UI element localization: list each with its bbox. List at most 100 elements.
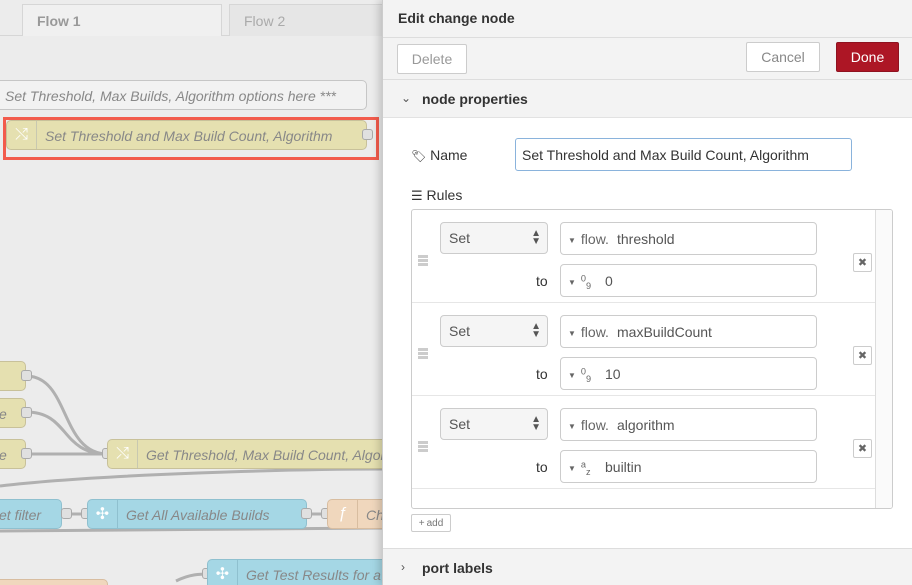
puzzle-icon: ✣ xyxy=(88,500,118,528)
string-type-icon: az xyxy=(580,459,591,478)
rule-value: 10 xyxy=(605,366,621,382)
get-threshold-node[interactable]: ⤭ Get Threshold, Max Build Count, Algori… xyxy=(107,439,382,469)
tab-flow-1[interactable]: Flow 1 xyxy=(22,4,222,37)
chevron-down-icon: ⌄ xyxy=(401,91,412,105)
filter-node[interactable]: et filter xyxy=(0,499,62,529)
select-arrows-icon: ▲ ▼ xyxy=(531,321,541,340)
caret-down-icon: ▼ xyxy=(568,277,576,287)
to-label: to xyxy=(536,273,548,289)
close-icon: ✖ xyxy=(857,257,868,269)
function-icon: ƒ xyxy=(328,500,358,528)
function-node[interactable]: ƒ Ch xyxy=(327,499,382,529)
selection-highlight xyxy=(3,117,379,160)
chevron-right-icon: › xyxy=(401,560,405,574)
caret-down-icon: ▼ xyxy=(568,463,576,473)
drag-handle-icon[interactable]: ▬ ▬ ▬ xyxy=(418,437,430,455)
workspace-tab-bar: Flow 1 Flow 2 xyxy=(0,0,382,37)
delete-button[interactable]: Delete xyxy=(397,44,467,74)
value-type-button[interactable]: ▼ 09 xyxy=(561,265,591,296)
target-type-button[interactable]: ▼ flow. xyxy=(561,223,609,254)
rule-row: ▬ ▬ ▬ Set ▲ ▼ ▼ flow. threshold to ▼ 09 0 ✖ xyxy=(412,210,875,303)
rule-action-select[interactable]: Set ▲ ▼ xyxy=(440,315,548,347)
rule-value: 0 xyxy=(605,273,613,289)
rules-label-text: Rules xyxy=(426,187,463,203)
add-rule-label: add xyxy=(426,517,444,529)
caret-down-icon: ▼ xyxy=(568,235,576,245)
caret-down-icon: ▼ xyxy=(568,370,576,380)
close-icon: ✖ xyxy=(857,443,868,455)
remove-rule-button[interactable]: ✖ xyxy=(853,439,872,458)
shuffle-icon: ⤭ xyxy=(108,440,138,468)
output-port[interactable] xyxy=(21,370,32,381)
rule-value-input[interactable]: ▼ az builtin xyxy=(560,450,817,483)
name-label-text: Name xyxy=(430,147,468,163)
rule-target-value: algorithm xyxy=(617,417,675,433)
target-type-label: flow. xyxy=(580,324,609,340)
target-type-button[interactable]: ▼ flow. xyxy=(561,409,609,440)
rule-target-input[interactable]: ▼ flow. threshold xyxy=(560,222,817,255)
select-arrows-icon: ▲ ▼ xyxy=(531,414,541,433)
tray-title: Edit change node xyxy=(383,0,912,38)
rule-target-input[interactable]: ▼ flow. maxBuildCount xyxy=(560,315,817,348)
node-properties-body: 🏷 Name ☰ Rules ▬▬▬ Set ▲▼ ▼ flow. thresho… xyxy=(383,118,912,548)
filter-node-label: et filter xyxy=(0,507,42,523)
rule-row: ▬ ▬ ▬ Set ▲ ▼ ▼ flow. maxBuildCount to ▼ 09 1… xyxy=(412,303,875,396)
rules-label: ☰ Rules xyxy=(411,187,462,204)
puzzle-icon: ✣ xyxy=(208,560,238,585)
tab-flow-2[interactable]: Flow 2 xyxy=(229,4,382,37)
rule-action-select[interactable]: Set ▲ ▼ xyxy=(440,222,548,254)
rule-action-value: Set xyxy=(449,416,471,432)
rule-action-value: Set xyxy=(449,230,471,246)
done-button[interactable]: Done xyxy=(836,42,899,72)
output-port[interactable] xyxy=(61,508,72,519)
list-icon: ☰ xyxy=(411,188,423,203)
name-label: 🏷 Name xyxy=(411,147,467,163)
get-builds-node[interactable]: ✣ Get All Available Builds xyxy=(87,499,307,529)
remove-rule-button[interactable]: ✖ xyxy=(853,253,872,272)
add-rule-button[interactable]: + add xyxy=(411,514,451,532)
caret-down-icon: ▼ xyxy=(568,328,576,338)
select-arrows-icon: ▲ ▼ xyxy=(531,228,541,247)
comment-node[interactable]: Set Threshold, Max Builds, Algorithm opt… xyxy=(0,80,367,110)
plus-icon: + xyxy=(418,517,425,529)
rule-target-value: threshold xyxy=(617,231,675,247)
target-type-button[interactable]: ▼ flow. xyxy=(561,316,609,347)
number-type-icon: 09 xyxy=(580,366,592,385)
caret-down-icon: ▼ xyxy=(568,421,576,431)
function-node-label: Ch xyxy=(366,507,382,523)
edit-tray: Edit change node Delete Cancel Done ⌄ no… xyxy=(382,0,912,585)
rule-value-input[interactable]: ▼ 09 0 xyxy=(560,264,817,297)
rules-scrollbar[interactable] xyxy=(875,210,892,508)
remove-rule-button[interactable]: ✖ xyxy=(853,346,872,365)
drag-handle-icon[interactable]: ▬ ▬ ▬ xyxy=(418,344,430,362)
cancel-button[interactable]: Cancel xyxy=(746,42,820,72)
target-type-label: flow. xyxy=(580,417,609,433)
rule-target-input[interactable]: ▼ flow. algorithm xyxy=(560,408,817,441)
drag-handle-icon[interactable]: ▬ ▬ ▬ xyxy=(418,251,430,269)
node-properties-header[interactable]: ⌄ node properties xyxy=(383,80,912,118)
value-type-button[interactable]: ▼ az xyxy=(561,451,591,482)
get-test-results-node-label: Get Test Results for a xyxy=(246,567,381,583)
output-port[interactable] xyxy=(21,448,32,459)
port-labels-title: port labels xyxy=(422,560,493,576)
to-label: to xyxy=(536,366,548,382)
close-icon: ✖ xyxy=(857,350,868,362)
target-type-label: flow. xyxy=(580,231,609,247)
rule-value-input[interactable]: ▼ 09 10 xyxy=(560,357,817,390)
node-properties-title: node properties xyxy=(422,91,528,107)
name-input[interactable] xyxy=(515,138,852,171)
rule-target-value: maxBuildCount xyxy=(617,324,712,340)
rules-list: ▬ ▬ ▬ Set ▲ ▼ ▼ flow. threshold to ▼ 09 0 ✖ ▬ xyxy=(411,209,893,509)
value-type-button[interactable]: ▼ 09 xyxy=(561,358,591,389)
output-port[interactable] xyxy=(21,407,32,418)
partial-node-2-label: e xyxy=(0,406,7,422)
output-port[interactable] xyxy=(301,508,312,519)
number-type-icon: 09 xyxy=(580,273,592,292)
get-test-results-node[interactable]: ✣ Get Test Results for a xyxy=(207,559,382,585)
rule-action-select[interactable]: Set ▲ ▼ xyxy=(440,408,548,440)
rule-value: builtin xyxy=(605,459,642,475)
partial-orange-node[interactable] xyxy=(0,579,108,585)
port-labels-header[interactable]: › port labels xyxy=(383,548,912,585)
tag-icon: 🏷 xyxy=(411,149,427,163)
tray-toolbar: Delete Cancel Done xyxy=(383,38,912,80)
